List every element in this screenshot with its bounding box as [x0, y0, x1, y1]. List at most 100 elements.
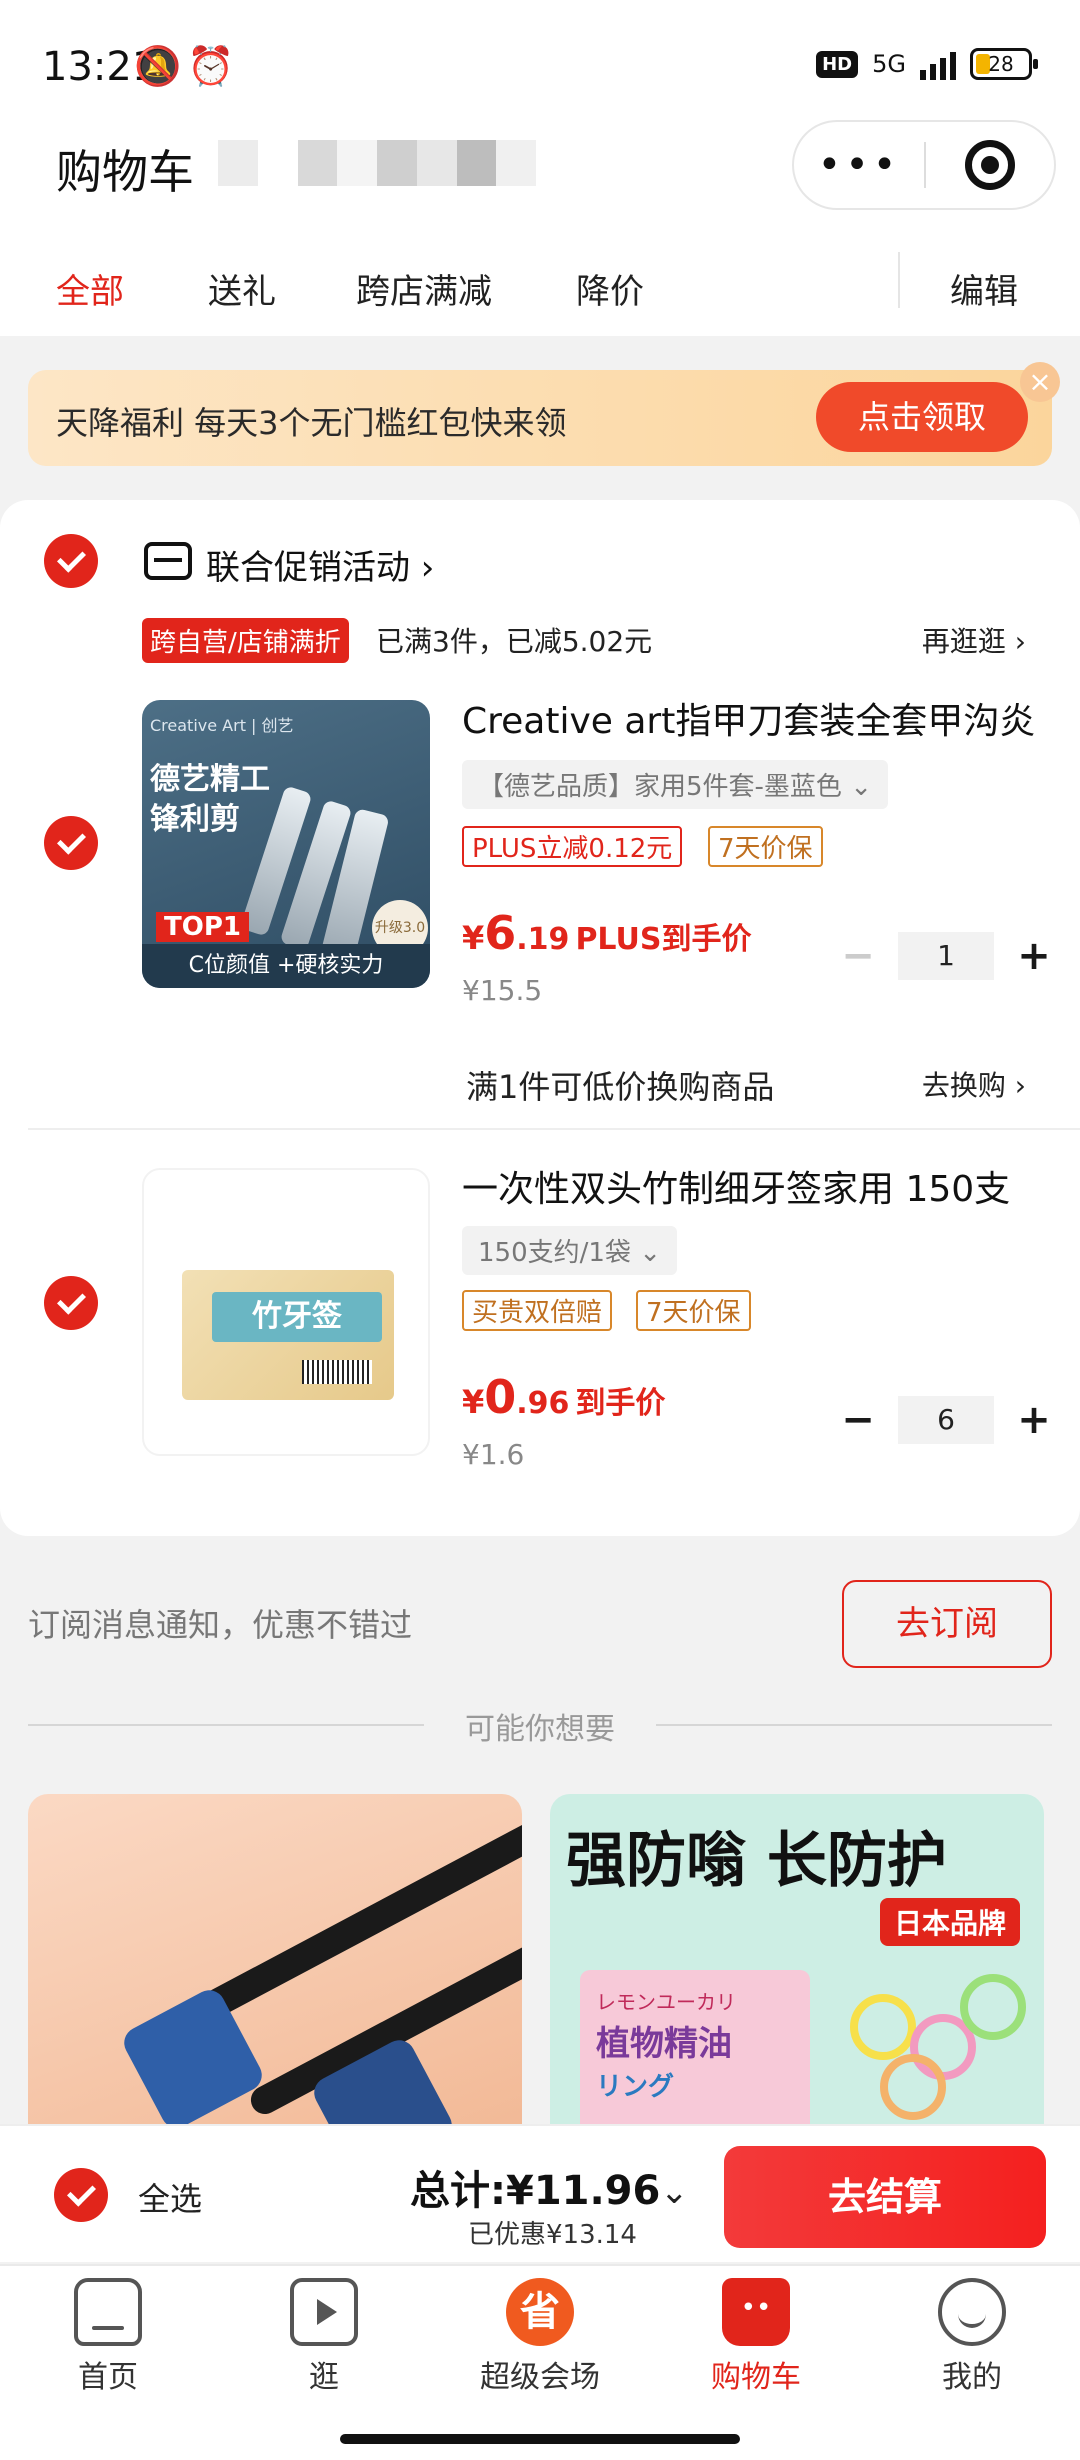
miniapp-capsule: •••: [792, 120, 1056, 210]
image-headline: 德艺精工 锋利剪: [150, 760, 270, 840]
price-currency: ¥: [462, 919, 485, 957]
me-icon: [938, 2278, 1006, 2346]
original-price: ¥15.5: [462, 974, 543, 1007]
select-all-checkbox[interactable]: [54, 2168, 108, 2222]
tab-browse[interactable]: 逛: [216, 2278, 432, 2396]
quantity-value[interactable]: 6: [898, 1396, 994, 1444]
exchange-link[interactable]: 去换购 ›: [922, 1064, 1026, 1104]
quantity-value[interactable]: 1: [898, 932, 994, 980]
network-type: 5G: [872, 50, 906, 78]
tab-cross-store[interactable]: 跨店满减: [356, 264, 492, 313]
group-checkbox[interactable]: [44, 534, 98, 588]
close-miniapp-icon[interactable]: [926, 140, 1054, 190]
cart-card: 联合促销活动 › 跨自营/店铺满折 已满3件，已减5.02元 再逛逛 › Cre…: [0, 500, 1080, 1536]
ring-shape: [850, 1994, 916, 2060]
chevron-down-icon[interactable]: ⌄: [660, 2172, 689, 2212]
increase-button[interactable]: +: [1014, 933, 1054, 979]
tab-label: 逛: [309, 2360, 339, 2395]
tab-home[interactable]: 首页: [0, 2278, 216, 2396]
blurred-address: [218, 140, 536, 186]
tab-label: 首页: [78, 2360, 138, 2395]
quantity-stepper: − 1 +: [838, 932, 1054, 980]
product-title[interactable]: Creative art指甲刀套装全套甲沟炎: [462, 692, 1042, 744]
price-protect-tag: 7天价保: [636, 1290, 751, 1331]
item-price: ¥6.19 PLUS到手价: [462, 906, 751, 960]
recommend-card-cable[interactable]: [28, 1794, 522, 2134]
tab-me[interactable]: 我的: [864, 2278, 1080, 2396]
product-image[interactable]: Creative Art | 创艺 德艺精工 锋利剪 TOP1 升级3.0 C位颜…: [142, 700, 430, 988]
pack-text-1: レモンユーカリ: [596, 1990, 736, 2014]
quantity-stepper: − 6 +: [838, 1396, 1054, 1444]
ring-shape: [880, 2054, 946, 2120]
sku-selector[interactable]: 150支约/1袋 ⌄: [462, 1226, 677, 1275]
price-int: 0: [484, 1370, 517, 1424]
ring-shape: [960, 1974, 1026, 2040]
mute-and-alarm-icons: 🔕⏰: [134, 44, 241, 88]
repellent-pack: レモンユーカリ 植物精油 リング: [580, 1970, 810, 2134]
filter-tabs: 全部 送礼 跨店满减 降价 编辑: [0, 230, 1080, 336]
tab-label: 我的: [942, 2360, 1002, 2395]
price-note: 到手价: [575, 1386, 666, 1421]
barcode: [302, 1360, 372, 1384]
decrease-button[interactable]: −: [838, 933, 878, 979]
tab-cart[interactable]: •• 购物车: [648, 2278, 864, 2396]
page-title: 购物车: [56, 145, 194, 199]
checkout-bar: 全选 总计:¥11.96 已优惠¥13.14 ⌄ 去结算: [0, 2124, 1080, 2262]
pack-text-3: リング: [596, 2072, 675, 2102]
tab-label: 超级会场: [480, 2360, 600, 2395]
recommend-card-repellent[interactable]: 强防嗡 长防护 日本品牌 レモンユーカリ 植物精油 リング: [550, 1794, 1044, 2134]
battery-icon: 28: [970, 48, 1038, 80]
plus-discount-tag: PLUS立减0.12元: [462, 826, 683, 867]
connector-shape: [118, 1984, 268, 2134]
item-checkbox[interactable]: [44, 816, 98, 870]
sku-selector[interactable]: 【德艺品质】家用5件套-墨蓝色 ⌄: [462, 760, 888, 809]
original-price: ¥1.6: [462, 1438, 525, 1471]
image-headline-line2: 锋利剪: [150, 802, 240, 837]
image-brand-text: Creative Art | 创艺: [150, 716, 294, 735]
price-currency: ¥: [462, 1383, 485, 1421]
price-int: 6: [484, 906, 517, 960]
price-dec: .96: [516, 1386, 570, 1421]
tab-label: 购物车: [711, 2360, 801, 2395]
image-top1-badge: TOP1: [156, 912, 249, 942]
item-checkbox[interactable]: [44, 1276, 98, 1330]
tab-super-venue[interactable]: 省 超级会场: [432, 2278, 648, 2396]
browse-more-link[interactable]: 再逛逛 ›: [922, 620, 1026, 660]
promo-desc: 已满3件，已减5.02元: [376, 625, 653, 658]
double-compensation-tag: 买贵双倍赔: [462, 1290, 613, 1331]
image-headline-line1: 德艺精工: [150, 762, 270, 797]
cart-icon: ••: [722, 2278, 790, 2346]
coupon-banner: 天降福利 每天3个无门槛红包快来领 点击领取 ×: [28, 362, 1060, 466]
hd-icon: HD: [816, 50, 859, 78]
item-price: ¥0.96 到手价: [462, 1370, 665, 1424]
status-right: HD 5G 28: [816, 48, 1038, 80]
banner-close-icon[interactable]: ×: [1020, 362, 1060, 402]
home-indicator[interactable]: [340, 2434, 740, 2444]
product-image[interactable]: 竹牙签: [142, 1168, 430, 1456]
pack-label: 竹牙签: [212, 1292, 382, 1342]
signal-icon: [920, 48, 956, 80]
subscribe-button[interactable]: 去订阅: [842, 1580, 1052, 1668]
super-venue-icon: 省: [506, 2278, 574, 2346]
claim-button[interactable]: 点击领取: [816, 382, 1028, 452]
increase-button[interactable]: +: [1014, 1397, 1054, 1443]
tab-all[interactable]: 全部: [56, 264, 124, 313]
rec2-badge: 日本品牌: [880, 1898, 1021, 1946]
battery-level: 28: [988, 52, 1014, 76]
image-slogan: C位颜值 +硬核实力: [142, 944, 430, 988]
checkout-button[interactable]: 去结算: [724, 2146, 1046, 2248]
decrease-button[interactable]: −: [838, 1397, 878, 1443]
promo-title[interactable]: 联合促销活动 ›: [206, 540, 434, 589]
select-all-label[interactable]: 全选: [138, 2174, 202, 2220]
tab-price-drop[interactable]: 降价: [576, 264, 644, 313]
subscribe-text: 订阅消息通知，优惠不错过: [28, 1606, 413, 1644]
rec2-headline: 强防嗡 长防护: [566, 1826, 947, 1896]
product-title[interactable]: 一次性双头竹制细牙签家用 150支: [462, 1160, 1042, 1212]
more-icon[interactable]: •••: [794, 122, 924, 208]
edit-button[interactable]: 编辑: [950, 264, 1018, 313]
promo-tag: 跨自营/店铺满折: [142, 618, 349, 663]
tabs-divider: [898, 252, 900, 308]
price-dec: .19: [516, 922, 570, 957]
play-icon: [290, 2278, 358, 2346]
tab-gift[interactable]: 送礼: [208, 264, 276, 313]
